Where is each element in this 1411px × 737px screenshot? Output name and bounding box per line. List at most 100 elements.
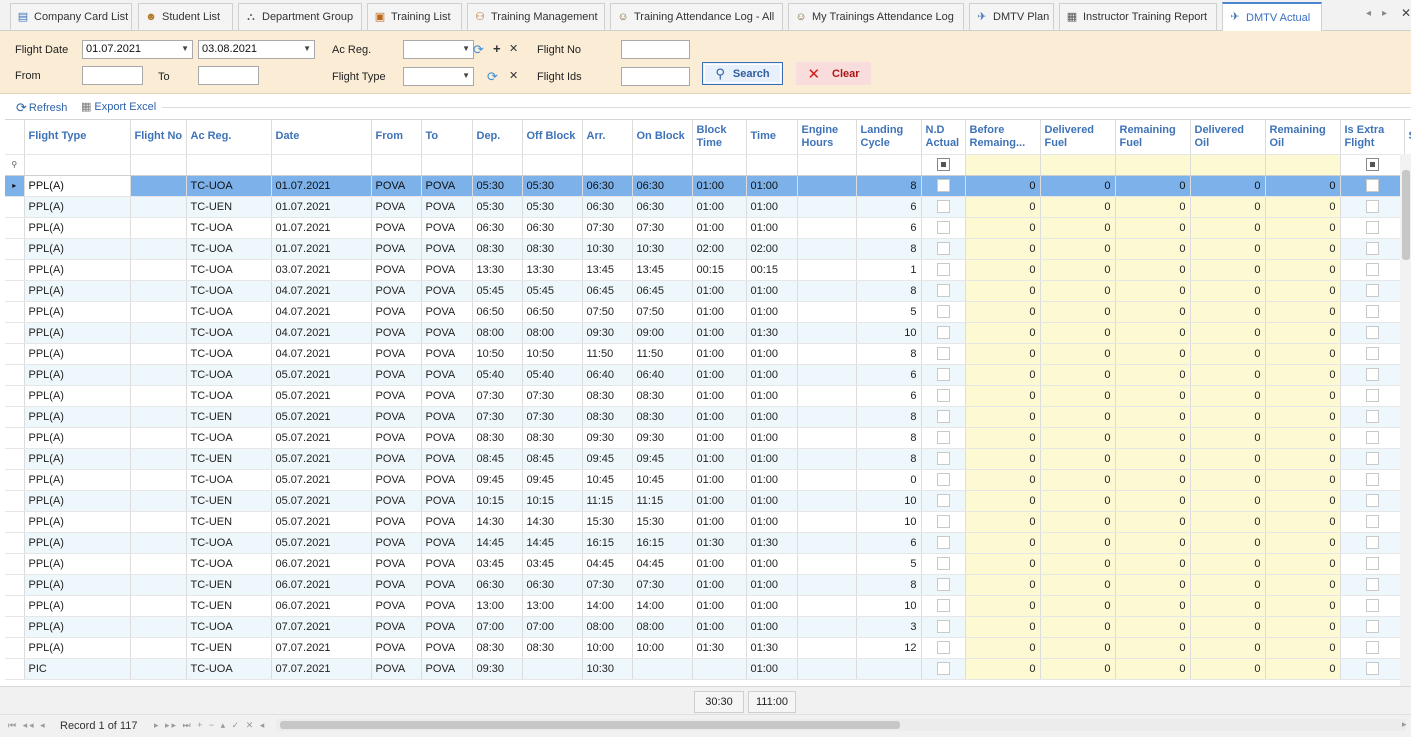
cell-type[interactable]: PPL(A) [24, 175, 131, 197]
cell-date[interactable]: 07.07.2021 [271, 616, 372, 638]
cell-no[interactable] [130, 658, 187, 680]
cell-time[interactable]: 01:00 [746, 490, 798, 512]
cell-no[interactable] [130, 322, 187, 344]
checkbox[interactable] [936, 431, 950, 444]
cell-on[interactable]: 06:45 [632, 280, 693, 302]
cell-from[interactable]: POVA [371, 574, 422, 596]
cell-doil[interactable]: 0 [1190, 469, 1266, 491]
table-row[interactable]: PPL(A) TC-UOA 05.07.2021 POVA POVA 08:30 08:30… [5, 427, 1411, 449]
cell-block[interactable]: 00:15 [692, 259, 747, 281]
cell-is-extra-flight[interactable] [1340, 175, 1405, 197]
cell-type[interactable]: PPL(A) [24, 637, 131, 659]
cell-eng[interactable] [797, 658, 857, 680]
cell-off[interactable]: 03:45 [522, 553, 583, 575]
checkbox-filter[interactable] [1365, 158, 1379, 171]
row-indicator[interactable] [5, 574, 25, 596]
row-indicator[interactable] [5, 406, 25, 428]
cell-dfuel[interactable]: 0 [1040, 574, 1116, 596]
cell-dfuel[interactable]: 0 [1040, 175, 1116, 197]
cell-dep[interactable]: 03:45 [472, 553, 523, 575]
cell-eng[interactable] [797, 322, 857, 344]
cell-dep[interactable]: 07:30 [472, 385, 523, 407]
cell-on[interactable]: 09:45 [632, 448, 693, 470]
cell-dep[interactable]: 08:00 [472, 322, 523, 344]
row-indicator[interactable] [5, 301, 25, 323]
cell-doil[interactable]: 0 [1190, 175, 1266, 197]
cell-land[interactable]: 8 [856, 406, 922, 428]
cell-dfuel[interactable]: 0 [1040, 343, 1116, 365]
cell-dfuel[interactable]: 0 [1040, 532, 1116, 554]
flight-date-to-input[interactable]: 03.08.2021 ▼ [198, 40, 315, 59]
cell-reg[interactable]: TC-UEN [186, 448, 272, 470]
row-indicator[interactable] [5, 280, 25, 302]
cell-reg[interactable]: TC-UOA [186, 616, 272, 638]
tab-my-trainings-attendance-log[interactable]: ☺ My Trainings Attendance Log [788, 3, 964, 30]
cell-nd-actual[interactable] [921, 511, 966, 533]
cell-nd-actual[interactable] [921, 364, 966, 386]
cell-nd-actual[interactable] [921, 301, 966, 323]
checkbox[interactable] [936, 242, 950, 255]
clear-button[interactable]: ✕ Clear [796, 62, 871, 85]
cell-type[interactable]: PPL(A) [24, 490, 131, 512]
checkbox[interactable] [1365, 620, 1379, 633]
cell-is-extra-flight[interactable] [1340, 364, 1405, 386]
cell-dfuel[interactable]: 0 [1040, 238, 1116, 260]
cell-doil[interactable]: 0 [1190, 574, 1266, 596]
table-row[interactable]: PPL(A) TC-UOA 06.07.2021 POVA POVA 03:45 03:45… [5, 553, 1411, 575]
filter-cell[interactable] [856, 154, 922, 176]
cell-reg[interactable]: TC-UEN [186, 637, 272, 659]
cell-land[interactable]: 5 [856, 553, 922, 575]
cell-brem[interactable]: 0 [965, 238, 1041, 260]
checkbox[interactable] [936, 473, 950, 486]
cell-dep[interactable]: 05:30 [472, 196, 523, 218]
cell-eng[interactable] [797, 259, 857, 281]
cell-time[interactable]: 01:30 [746, 322, 798, 344]
cell-nd-actual[interactable] [921, 238, 966, 260]
cell-block[interactable]: 01:00 [692, 469, 747, 491]
cell-nd-actual[interactable] [921, 196, 966, 218]
checkbox[interactable] [936, 662, 950, 675]
cell-to[interactable]: POVA [421, 238, 473, 260]
cell-brem[interactable]: 0 [965, 511, 1041, 533]
cell-off[interactable]: 08:30 [522, 238, 583, 260]
cell-to[interactable]: POVA [421, 448, 473, 470]
cell-arr[interactable]: 06:30 [582, 196, 633, 218]
checkbox[interactable] [1365, 557, 1379, 570]
cell-type[interactable]: PPL(A) [24, 385, 131, 407]
cell-on[interactable]: 08:30 [632, 406, 693, 428]
cell-eng[interactable] [797, 637, 857, 659]
cell-date[interactable]: 01.07.2021 [271, 175, 372, 197]
cell-off[interactable]: 09:45 [522, 469, 583, 491]
cell-roil[interactable]: 0 [1265, 406, 1341, 428]
cell-doil[interactable]: 0 [1190, 448, 1266, 470]
cell-to[interactable]: POVA [421, 259, 473, 281]
cell-type[interactable]: PPL(A) [24, 574, 131, 596]
cell-doil[interactable]: 0 [1190, 238, 1266, 260]
cell-land[interactable] [856, 658, 922, 680]
cell-nd-actual[interactable] [921, 427, 966, 449]
filter-cell[interactable] [472, 154, 523, 176]
cell-type[interactable]: PPL(A) [24, 616, 131, 638]
cell-brem[interactable]: 0 [965, 280, 1041, 302]
row-indicator[interactable] [5, 637, 25, 659]
row-indicator[interactable] [5, 511, 25, 533]
flight-ids-input[interactable] [621, 67, 690, 86]
cell-off[interactable]: 05:40 [522, 364, 583, 386]
cell-on[interactable]: 04:45 [632, 553, 693, 575]
col-header[interactable]: Engine Hours [797, 120, 857, 155]
cell-to[interactable]: POVA [421, 658, 473, 680]
cell-to[interactable]: POVA [421, 280, 473, 302]
cell-no[interactable] [130, 217, 187, 239]
cell-date[interactable]: 04.07.2021 [271, 301, 372, 323]
cell-doil[interactable]: 0 [1190, 343, 1266, 365]
cell-land[interactable]: 6 [856, 364, 922, 386]
cell-no[interactable] [130, 532, 187, 554]
cell-no[interactable] [130, 469, 187, 491]
cell-dep[interactable]: 13:00 [472, 595, 523, 617]
cell-dep[interactable]: 07:00 [472, 616, 523, 638]
cell-doil[interactable]: 0 [1190, 490, 1266, 512]
cell-type[interactable]: PPL(A) [24, 217, 131, 239]
checkbox[interactable] [1365, 641, 1379, 654]
cell-block[interactable]: 01:00 [692, 553, 747, 575]
cell-nd-actual[interactable] [921, 448, 966, 470]
